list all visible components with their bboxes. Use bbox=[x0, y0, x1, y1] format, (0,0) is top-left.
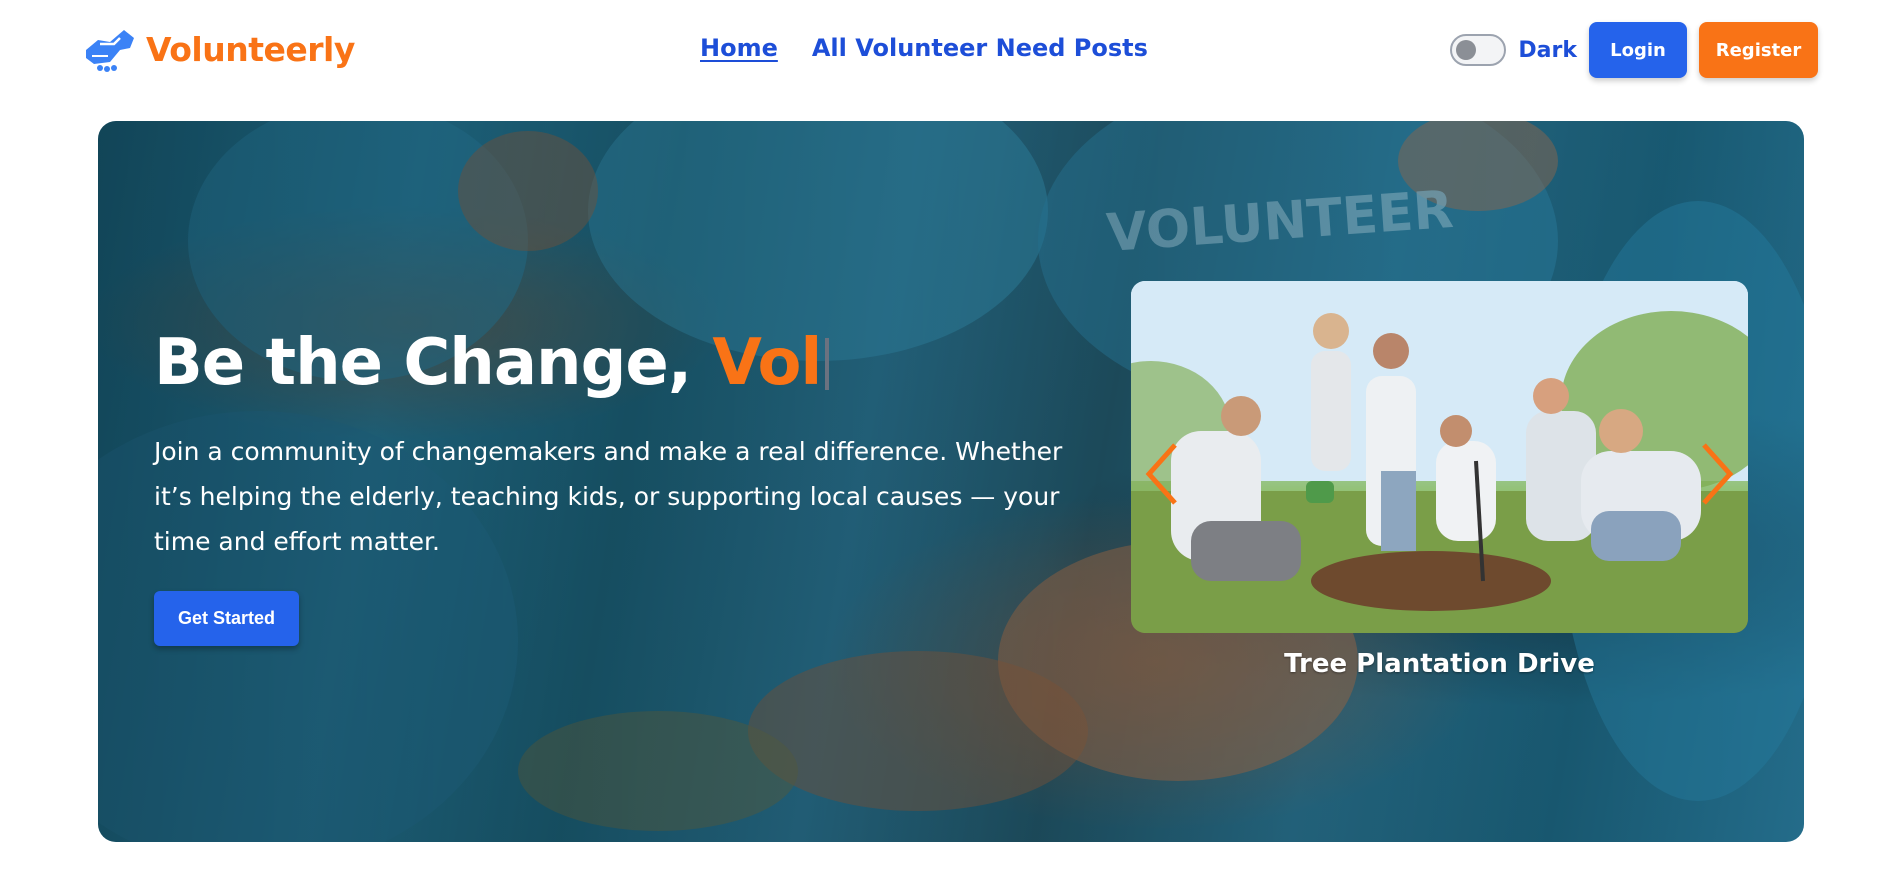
brand-logo[interactable]: Volunteerly bbox=[80, 20, 355, 78]
dark-mode-toggle[interactable] bbox=[1450, 34, 1507, 66]
hero-description: Join a community of changemakers and mak… bbox=[154, 437, 1063, 556]
nav-link-volunteer-posts[interactable]: All Volunteer Need Posts bbox=[812, 34, 1148, 62]
main-nav: Home All Volunteer Need Posts bbox=[700, 34, 1148, 62]
navbar: Volunteerly Home All Volunteer Need Post… bbox=[0, 0, 1897, 100]
hero-title: Be the Change, Vol bbox=[154, 326, 830, 400]
chevron-right-icon[interactable] bbox=[1696, 439, 1736, 509]
brand-name: Volunteerly bbox=[146, 29, 355, 69]
carousel-caption: Tree Plantation Drive bbox=[1284, 649, 1595, 679]
nav-actions: Dark Login Register bbox=[1450, 22, 1818, 78]
nav-link-home[interactable]: Home bbox=[700, 34, 778, 62]
toggle-knob bbox=[1456, 40, 1477, 60]
hero-title-prefix: Be the Change, bbox=[154, 326, 713, 400]
hero-title-typed: Vol bbox=[712, 326, 822, 400]
typing-cursor bbox=[825, 338, 830, 390]
carousel-image bbox=[1131, 281, 1748, 633]
image-carousel[interactable] bbox=[1131, 281, 1748, 633]
chevron-left-icon[interactable] bbox=[1143, 439, 1183, 509]
get-started-button[interactable]: Get Started bbox=[154, 591, 299, 646]
register-button[interactable]: Register bbox=[1699, 22, 1818, 78]
hero-banner: VOLUNTEER Be the Change, Vol Join a comm… bbox=[98, 121, 1804, 842]
handshake-icon bbox=[86, 30, 134, 72]
dark-mode-label: Dark bbox=[1518, 37, 1577, 63]
login-button[interactable]: Login bbox=[1589, 22, 1687, 78]
